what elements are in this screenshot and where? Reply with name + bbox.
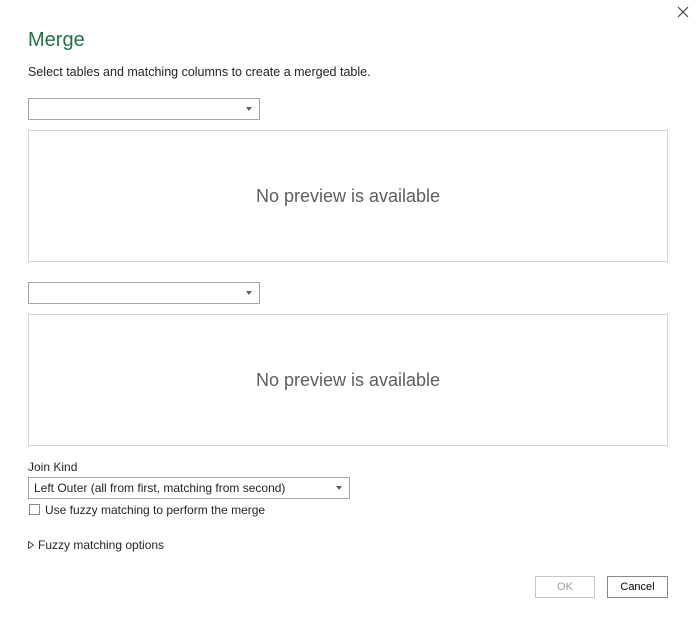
dialog-subtitle: Select tables and matching columns to cr…	[28, 65, 371, 79]
second-table-dropdown[interactable]	[28, 282, 260, 304]
ok-button[interactable]: OK	[535, 576, 595, 598]
second-preview-message: No preview is available	[255, 369, 441, 390]
first-preview-message: No preview is available	[255, 185, 441, 206]
fuzzy-matching-label[interactable]: Use fuzzy matching to perform the merge	[45, 503, 265, 517]
close-button[interactable]	[673, 2, 693, 22]
dialog-title: Merge	[28, 29, 85, 51]
cancel-button[interactable]: Cancel	[607, 576, 668, 598]
close-icon	[677, 6, 689, 18]
fuzzy-options-label: Fuzzy matching options	[38, 538, 165, 552]
join-kind-value: Left Outer (all from first, matching fro…	[34, 481, 286, 495]
chevron-down-icon	[246, 107, 252, 111]
chevron-down-icon	[246, 291, 252, 295]
second-table-preview: No preview is available	[28, 314, 668, 446]
first-table-dropdown[interactable]	[28, 98, 260, 120]
chevron-down-icon	[336, 486, 342, 490]
triangle-right-icon	[28, 541, 34, 549]
fuzzy-options-expander[interactable]: Fuzzy matching options	[28, 537, 164, 553]
fuzzy-matching-checkbox[interactable]	[29, 504, 40, 515]
join-kind-label: Join Kind	[28, 460, 78, 474]
join-kind-dropdown[interactable]: Left Outer (all from first, matching fro…	[28, 477, 350, 499]
merge-dialog: Merge Select tables and matching columns…	[0, 0, 698, 628]
first-table-preview: No preview is available	[28, 130, 668, 262]
